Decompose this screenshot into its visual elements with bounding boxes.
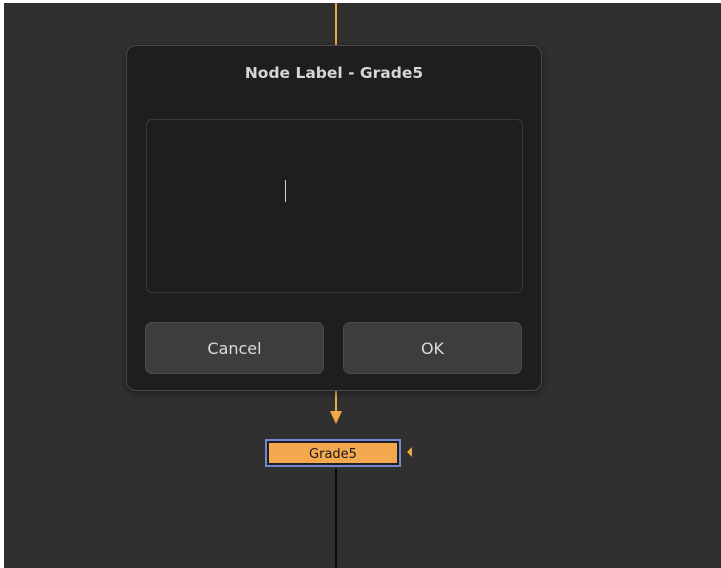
label-text-input[interactable] (146, 119, 523, 293)
text-caret (285, 180, 286, 202)
dialog-title: Node Label - Grade5 (244, 64, 424, 82)
input-pipe-top (335, 3, 337, 47)
ok-button[interactable]: OK (343, 322, 522, 374)
input-arrow-icon (330, 411, 342, 424)
node-label-dialog: Node Label - Grade5 Cancel OK (126, 45, 542, 391)
output-pipe (335, 469, 337, 568)
mask-input-arrow-icon[interactable] (407, 447, 412, 457)
node-graph-canvas[interactable]: Grade5 Node Label - Grade5 Cancel OK (4, 3, 721, 568)
cancel-button[interactable]: Cancel (145, 322, 324, 374)
node-label: Grade5 (269, 443, 397, 463)
input-pipe (335, 389, 337, 413)
grade5-node[interactable]: Grade5 (265, 439, 401, 467)
